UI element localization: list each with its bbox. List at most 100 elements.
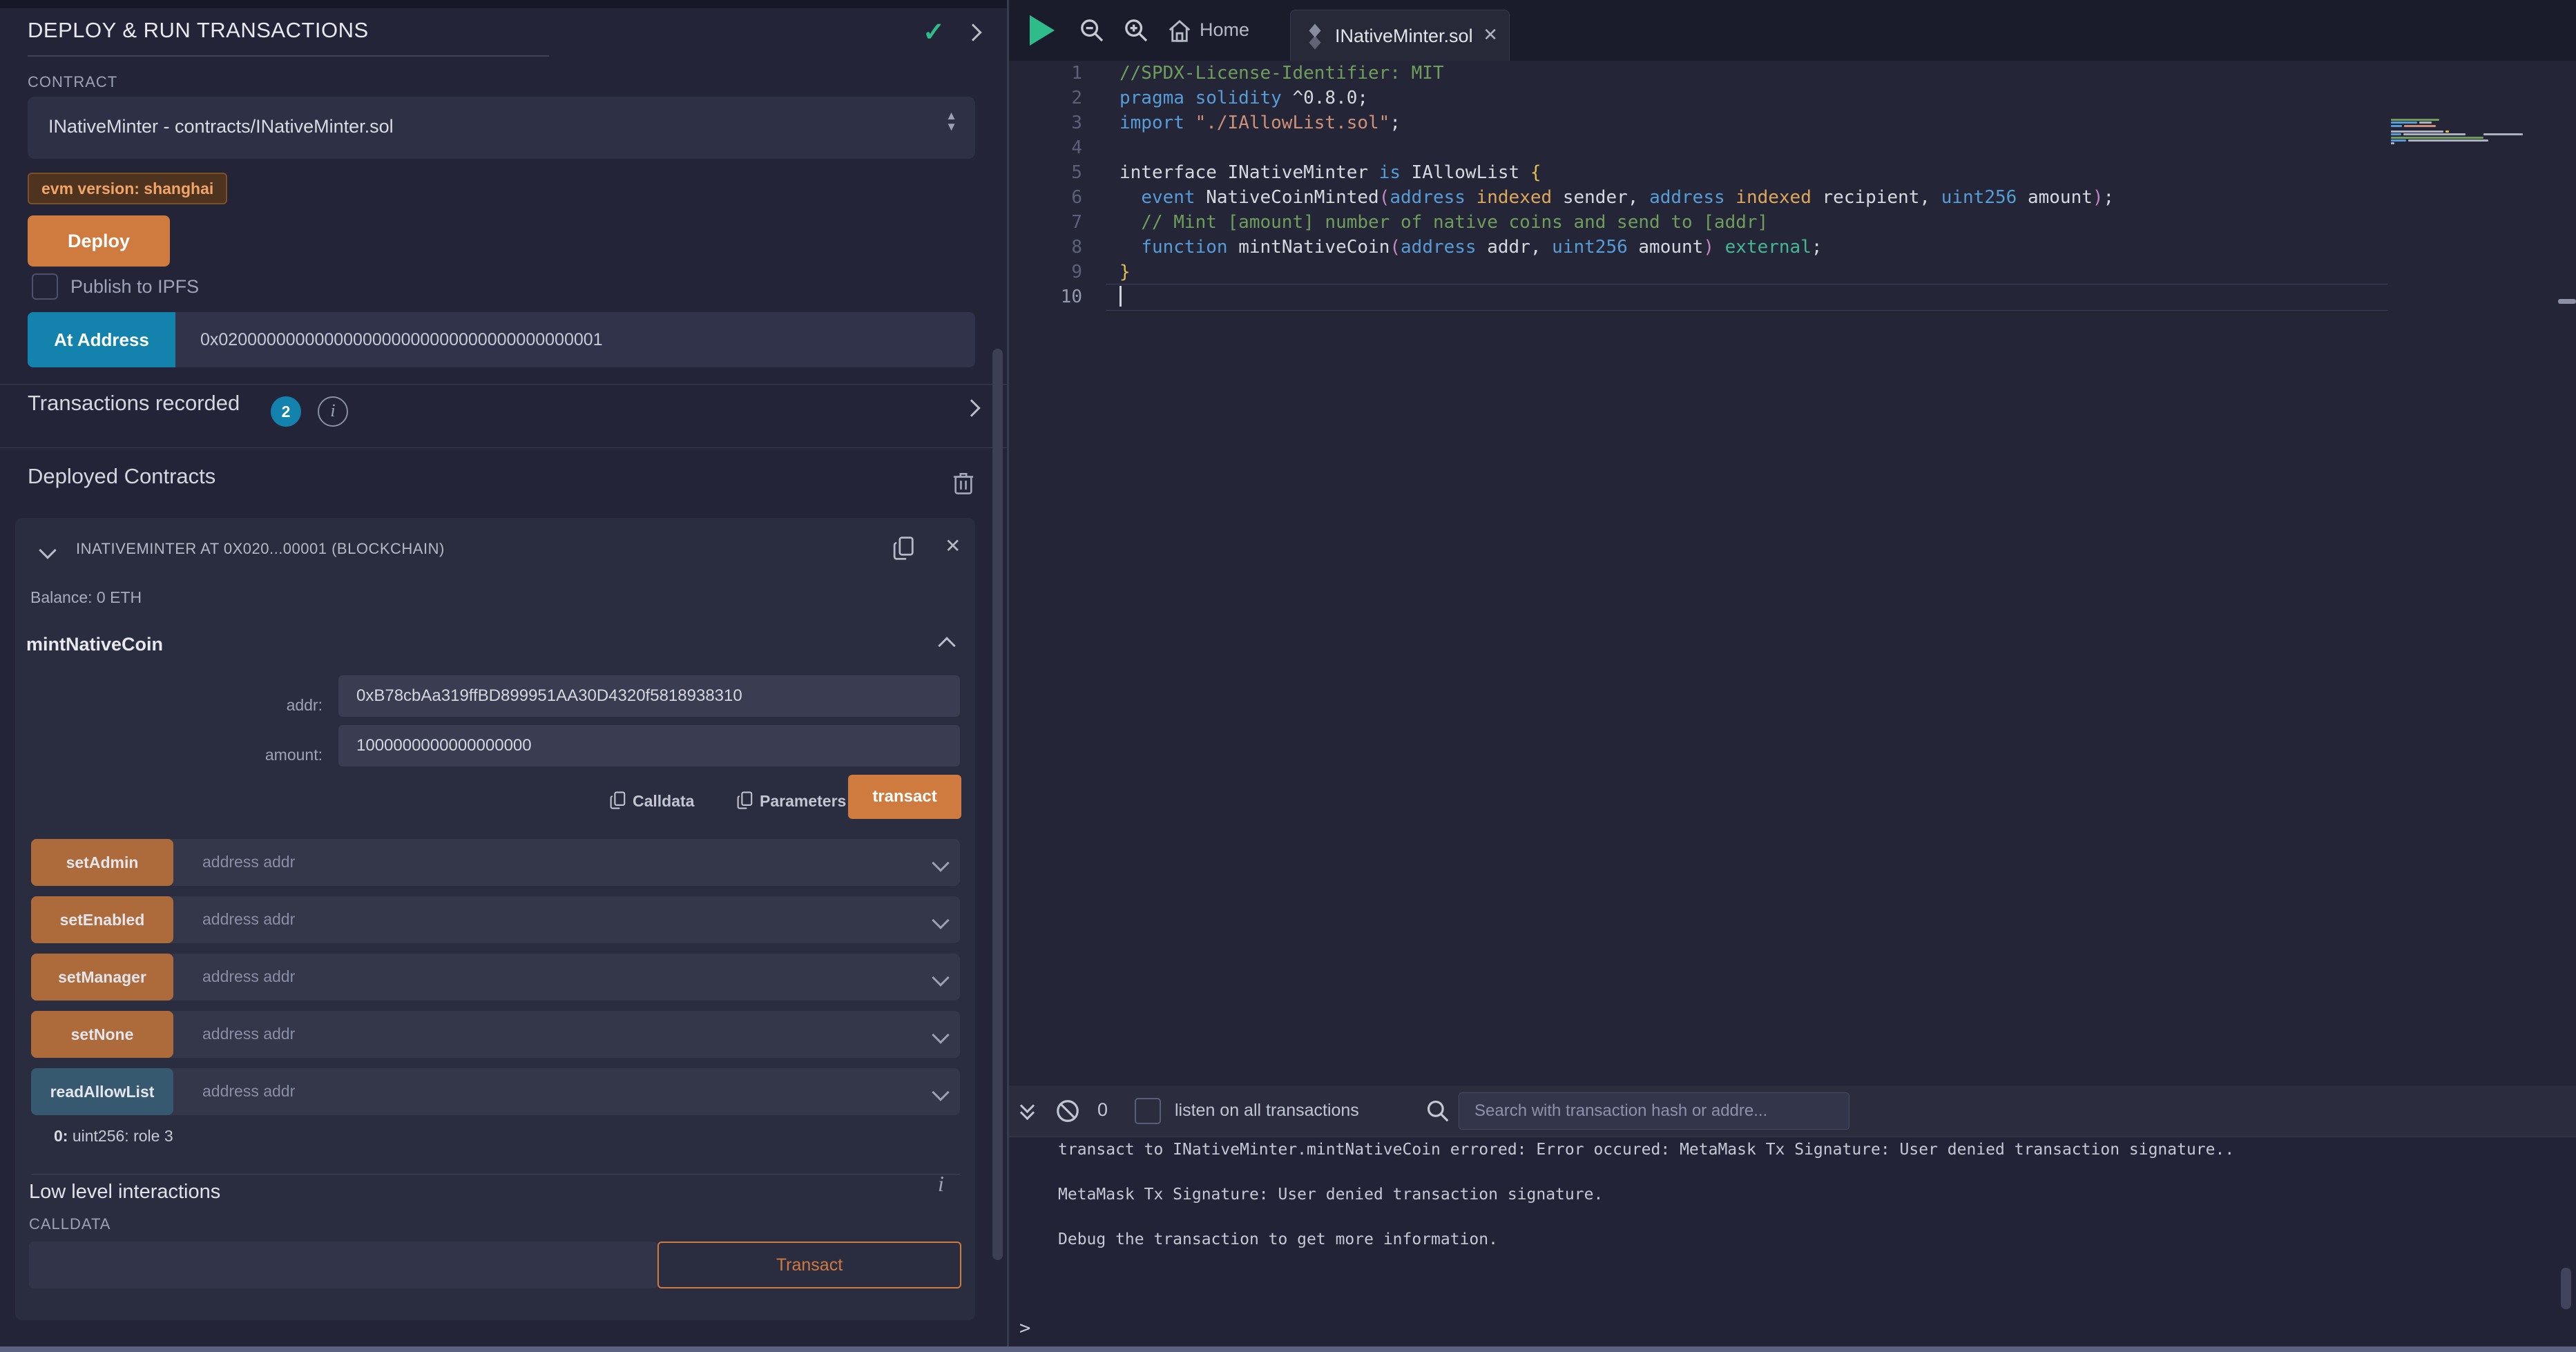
chevron-up-icon[interactable] xyxy=(941,639,953,655)
terminal-search-input[interactable]: Search with transaction hash or addre... xyxy=(1459,1092,1849,1130)
chevron-right-icon[interactable] xyxy=(967,26,979,42)
chevron-down-icon[interactable] xyxy=(934,972,947,987)
code-line-9: 9} xyxy=(1009,260,2576,284)
terminal-count: 0 xyxy=(1097,1099,1108,1121)
publish-ipfs-label: Publish to IPFS xyxy=(70,276,199,298)
home-icon[interactable] xyxy=(1166,18,1193,44)
title-underline xyxy=(28,55,549,57)
code-token: NativeCoinMinted xyxy=(1195,187,1379,208)
code-token: ; xyxy=(1390,113,1401,133)
addr-field-input[interactable]: 0xB78cbAa319ffBD899951AA30D4320f58189383… xyxy=(338,675,960,717)
code-text: function mintNativeCoin(address addr, ui… xyxy=(1119,235,1823,260)
setEnabled-input[interactable]: address addr xyxy=(202,910,295,929)
minimap-line xyxy=(2391,137,2554,139)
panel-top-strip xyxy=(0,0,1007,8)
listen-checkbox[interactable] xyxy=(1135,1098,1161,1124)
setNone-input[interactable]: address addr xyxy=(202,1025,295,1043)
contract-select[interactable]: INativeMinter - contracts/INativeMinter.… xyxy=(28,97,975,159)
readallowlist-output: 0: uint256: role 3 xyxy=(54,1127,173,1146)
chevron-down-icon[interactable] xyxy=(934,1086,947,1102)
publish-ipfs-checkbox[interactable] xyxy=(32,273,58,300)
calldata-action-label: Calldata xyxy=(633,792,694,810)
code-line-8: 8 function mintNativeCoin(address addr, … xyxy=(1009,235,2576,260)
terminal-prompt[interactable]: > xyxy=(1019,1317,1030,1339)
code-token: amount xyxy=(1628,237,1704,258)
setEnabled-button[interactable]: setEnabled xyxy=(31,896,173,943)
zoom-out-icon[interactable] xyxy=(1078,17,1106,44)
minimap-segment xyxy=(2445,131,2449,133)
readAllowList-input[interactable]: address addr xyxy=(202,1082,295,1101)
minimap-segment xyxy=(2404,125,2436,127)
code-token: ) xyxy=(1703,237,1714,258)
terminal-header: 0 listen on all transactions Search with… xyxy=(1009,1085,2576,1137)
terminal-scrollbar[interactable] xyxy=(2561,1268,2571,1309)
setManager-input[interactable]: address addr xyxy=(202,967,295,986)
code-text: } xyxy=(1119,260,1131,284)
play-icon[interactable] xyxy=(1030,15,1055,46)
code-token: ; xyxy=(1811,237,1823,258)
at-address-button[interactable]: At Address xyxy=(28,312,175,367)
code-token: recipient, xyxy=(1811,187,1941,208)
remix-ide-window: DEPLOY & RUN TRANSACTIONS ✓ CONTRACT INa… xyxy=(0,0,2576,1352)
code-token: uint256 xyxy=(1941,187,2017,208)
deploy-button[interactable]: Deploy xyxy=(28,215,170,267)
code-token: is xyxy=(1379,162,1401,183)
readAllowList-button[interactable]: readAllowList xyxy=(31,1068,173,1115)
double-chevron-down-icon[interactable] xyxy=(1022,1101,1035,1119)
code-token: pragma solidity xyxy=(1119,88,1292,108)
ban-icon[interactable] xyxy=(1055,1098,1081,1124)
chevron-down-icon[interactable] xyxy=(934,1029,947,1045)
info-icon: i xyxy=(318,396,348,427)
setNone-button[interactable]: setNone xyxy=(31,1011,173,1058)
setManager-button[interactable]: setManager xyxy=(31,954,173,1001)
code-token: } xyxy=(1119,262,1131,282)
code-text: event NativeCoinMinted(address indexed s… xyxy=(1119,185,2114,210)
trash-icon[interactable] xyxy=(952,470,975,496)
code-token xyxy=(1119,187,1141,208)
at-address-input[interactable]: 0x02000000000000000000000000000000000000… xyxy=(200,330,603,350)
chevron-down-icon[interactable] xyxy=(41,544,54,560)
low-level-transact-button[interactable]: Transact xyxy=(657,1242,961,1288)
copy-icon[interactable] xyxy=(892,534,916,562)
amount-field-input[interactable]: 1000000000000000000 xyxy=(338,725,960,766)
search-icon xyxy=(1425,1098,1451,1124)
code-line-2: 2pragma solidity ^0.8.0; xyxy=(1009,86,2576,110)
overview-ruler-marker xyxy=(2558,299,2576,304)
addr-field-label: addr: xyxy=(15,696,323,715)
minimap[interactable] xyxy=(2391,119,2554,146)
terminal-line: transact to INativeMinter.mintNativeCoin… xyxy=(1058,1141,2234,1159)
setAdmin-input[interactable]: address addr xyxy=(202,853,295,871)
code-token: IAllowList xyxy=(1401,162,1530,183)
panel-scrollbar[interactable] xyxy=(992,349,1003,1260)
transactions-recorded-label: Transactions recorded xyxy=(28,391,240,416)
code-token: ; xyxy=(2104,187,2115,208)
text-cursor xyxy=(1119,286,1122,307)
code-area[interactable]: 1//SPDX-License-Identifier: MIT2pragma s… xyxy=(1009,61,2576,1084)
minimap-segment xyxy=(2483,133,2523,135)
minimap-line xyxy=(2391,139,2554,142)
select-arrows-icon: ▲▼ xyxy=(945,110,957,133)
minimap-line xyxy=(2391,131,2554,133)
tab-home[interactable]: Home xyxy=(1200,19,1249,41)
parameters-copy-action[interactable]: Parameters xyxy=(736,790,846,811)
close-icon[interactable]: ✕ xyxy=(945,534,961,557)
section-divider xyxy=(0,384,1007,385)
tab-inativeminter[interactable]: INativeMinter.sol ✕ xyxy=(1290,10,1510,61)
calldata-input[interactable] xyxy=(29,1242,657,1288)
contract-label: CONTRACT xyxy=(28,73,117,91)
code-token: address xyxy=(1401,237,1477,258)
code-token: ( xyxy=(1379,187,1390,208)
zoom-in-icon[interactable] xyxy=(1122,17,1150,44)
transact-button[interactable]: transact xyxy=(848,775,961,819)
setAdmin-button[interactable]: setAdmin xyxy=(31,839,173,886)
minimap-segment xyxy=(2419,122,2432,124)
chevron-right-icon[interactable] xyxy=(965,402,978,418)
calldata-copy-action[interactable]: Calldata xyxy=(609,790,694,811)
chevron-down-icon[interactable] xyxy=(934,857,947,873)
code-line-1: 1//SPDX-License-Identifier: MIT xyxy=(1009,61,2576,86)
output-index: 0: xyxy=(54,1127,68,1145)
code-text: import "./IAllowList.sol"; xyxy=(1119,110,1401,135)
chevron-down-icon[interactable] xyxy=(934,914,947,930)
close-icon[interactable]: ✕ xyxy=(1483,24,1498,46)
minimap-segment xyxy=(2391,142,2394,144)
